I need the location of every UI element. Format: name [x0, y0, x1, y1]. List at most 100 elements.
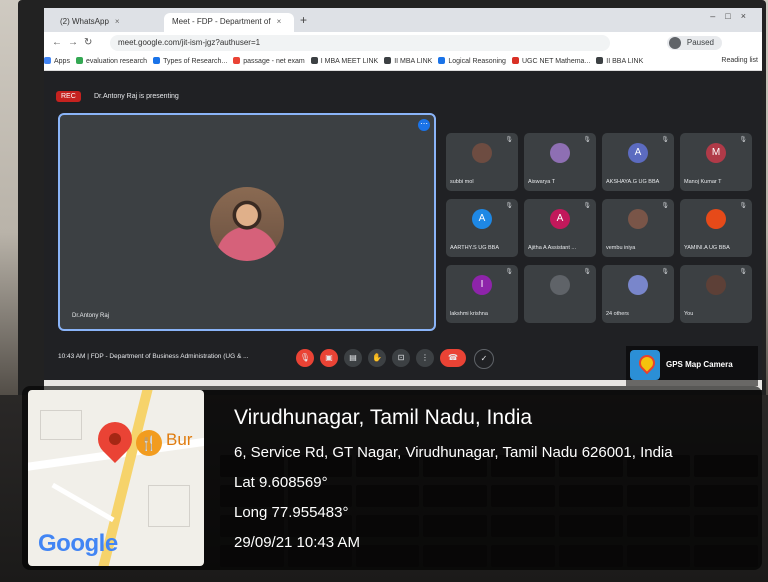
bookmark-icon	[153, 57, 161, 64]
gps-map-camera-badge: GPS Map Camera	[626, 346, 758, 386]
recording-badge: REC	[56, 91, 81, 102]
back-icon[interactable]: ←	[52, 37, 62, 48]
participant-name: You	[684, 311, 694, 317]
speaker-avatar	[210, 187, 284, 261]
participant-tile[interactable]: 24 others 🎙	[602, 265, 674, 323]
participant-tile[interactable]: Ilakshmi krishna 🎙	[446, 265, 518, 323]
bookmark-icon	[384, 57, 392, 64]
status-button[interactable]: ✓	[474, 349, 494, 369]
main-speaker-tile[interactable]: Dr.Antony Raj ⋯	[58, 113, 436, 331]
bookmark-item[interactable]: passage - net exam	[233, 57, 305, 65]
close-icon[interactable]: ×	[115, 17, 120, 26]
latitude: Lat 9.608569°	[234, 474, 328, 491]
mic-muted-icon: 🎙	[739, 269, 747, 275]
bookmark-item[interactable]: Logical Reasoning	[438, 57, 506, 65]
avatar	[668, 37, 681, 49]
laptop-screen: (2) WhatsApp × Meet - FDP - Department of…	[44, 8, 762, 390]
avatar: A	[472, 209, 492, 229]
avatar: I	[472, 275, 492, 295]
meeting-info: 10:43 AM | FDP - Department of Business …	[58, 353, 249, 360]
bookmark-item[interactable]: II MBA LINK	[384, 57, 432, 65]
avatar	[550, 275, 570, 295]
participant-tile[interactable]: A AARTHY.S UG BBA 🎙	[446, 199, 518, 257]
avatar	[628, 275, 648, 295]
gps-camera-logo-icon	[630, 350, 660, 380]
bookmark-icon	[438, 57, 446, 64]
mic-muted-icon: 🎙	[505, 269, 513, 275]
bookmark-item[interactable]: UGC NET Mathema...	[511, 57, 590, 65]
bookmark-label: Types of Research...	[163, 58, 228, 65]
end-call-button[interactable]: ☎	[440, 349, 466, 367]
forward-icon[interactable]: →	[68, 37, 78, 48]
participant-name: lakshmi krishna	[450, 311, 488, 317]
tab-label: Meet - FDP - Department of	[172, 17, 271, 26]
bookmark-label: II MBA LINK	[394, 58, 433, 65]
map-poi-label: Bur	[166, 430, 193, 449]
participant-tile[interactable]: YAMINI.A UG BBA 🎙	[680, 199, 752, 257]
mic-muted-icon: 🎙	[661, 137, 669, 143]
speaker-name: Dr.Antony Raj	[72, 313, 110, 319]
more-button[interactable]: ⋮	[416, 349, 434, 367]
participant-tile[interactable]: 🎙	[524, 265, 596, 323]
bookmark-icon	[233, 57, 241, 64]
bookmark-label: I MBA MEET LINK	[320, 58, 379, 65]
mic-muted-icon: 🎙	[583, 269, 591, 275]
bookmark-label: Logical Reasoning	[448, 58, 506, 65]
participant-tile[interactable]: M Manoj Kumar T 🎙	[680, 133, 752, 191]
more-options-icon[interactable]: ⋯	[418, 119, 430, 131]
bookmark-label: II BBA LINK	[606, 58, 644, 65]
bookmark-label: evaluation research	[85, 58, 148, 65]
location-title: Virudhunagar, Tamil Nadu, India	[234, 406, 533, 429]
participant-name: Ajitha A Assistant ...	[528, 245, 576, 251]
meet-window: REC Dr.Antony Raj is presenting Dr.Anton…	[44, 71, 762, 390]
participant-tile[interactable]: A Ajitha A Assistant ... 🎙	[524, 199, 596, 257]
profile-button[interactable]: Paused	[666, 36, 722, 50]
participant-tile[interactable]: Aiswarya T 🎙	[524, 133, 596, 191]
gps-badge-label: GPS Map Camera	[666, 360, 733, 369]
camera-off-button[interactable]: ▣	[320, 349, 338, 367]
captions-button[interactable]: ▤	[344, 349, 362, 367]
participant-name: 24 others	[606, 311, 629, 317]
mic-off-button[interactable]: 🎙	[296, 349, 314, 367]
mic-muted-icon: 🎙	[583, 137, 591, 143]
bookmark-label: Apps	[54, 58, 70, 65]
map-road	[51, 482, 115, 523]
bookmark-item[interactable]: I MBA MEET LINK	[310, 57, 379, 65]
avatar: A	[628, 143, 648, 163]
close-icon[interactable]: ×	[277, 17, 282, 26]
bookmark-item[interactable]: evaluation research	[75, 57, 148, 65]
mic-muted-icon: 🎙	[505, 137, 513, 143]
location-address: 6, Service Rd, GT Nagar, Virudhunagar, T…	[234, 444, 673, 461]
participant-tile[interactable]: vembu iniya 🎙	[602, 199, 674, 257]
tab-meet[interactable]: Meet - FDP - Department of ×	[164, 13, 294, 32]
participant-name: AKSHAYA.G UG BBA	[606, 179, 660, 185]
present-button[interactable]: ⊡	[392, 349, 410, 367]
new-tab-button[interactable]: +	[300, 13, 307, 27]
timestamp: 29/09/21 10:43 AM	[234, 534, 360, 551]
participant-name: AARTHY.S UG BBA	[450, 245, 500, 251]
tab-whatsapp[interactable]: (2) WhatsApp ×	[52, 13, 162, 32]
reading-list-button[interactable]: Reading list	[721, 57, 758, 64]
participant-tile[interactable]: You 🎙	[680, 265, 752, 323]
participant-tile[interactable]: subbi mol 🎙	[446, 133, 518, 191]
avatar	[472, 143, 492, 163]
restaurant-icon: 🍴	[136, 430, 162, 456]
avatar: A	[550, 209, 570, 229]
tab-label: (2) WhatsApp	[60, 17, 109, 26]
bookmark-label: passage - net exam	[243, 58, 305, 65]
location-overlay: 🍴 Bur Google Virudhunagar, Tamil Nadu, I…	[22, 386, 762, 570]
bookmarks-bar: Apps evaluation research Types of Research…	[44, 54, 762, 71]
window-controls[interactable]: –□×	[710, 11, 756, 21]
participant-tile[interactable]: A AKSHAYA.G UG BBA 🎙	[602, 133, 674, 191]
bookmark-icon	[310, 57, 318, 64]
bookmark-item[interactable]: II BBA LINK	[596, 57, 643, 65]
url-input[interactable]: meet.google.com/jit-ism-jgz?authuser=1	[110, 35, 610, 51]
mic-muted-icon: 🎙	[661, 203, 669, 209]
avatar	[706, 275, 726, 295]
bookmark-item[interactable]: Apps	[44, 57, 70, 65]
bookmark-item[interactable]: Types of Research...	[153, 57, 227, 65]
reload-icon[interactable]: ↻	[84, 37, 92, 48]
raise-hand-button[interactable]: ✋	[368, 349, 386, 367]
participant-name: vembu iniya	[606, 245, 636, 251]
google-logo: Google	[38, 530, 118, 557]
